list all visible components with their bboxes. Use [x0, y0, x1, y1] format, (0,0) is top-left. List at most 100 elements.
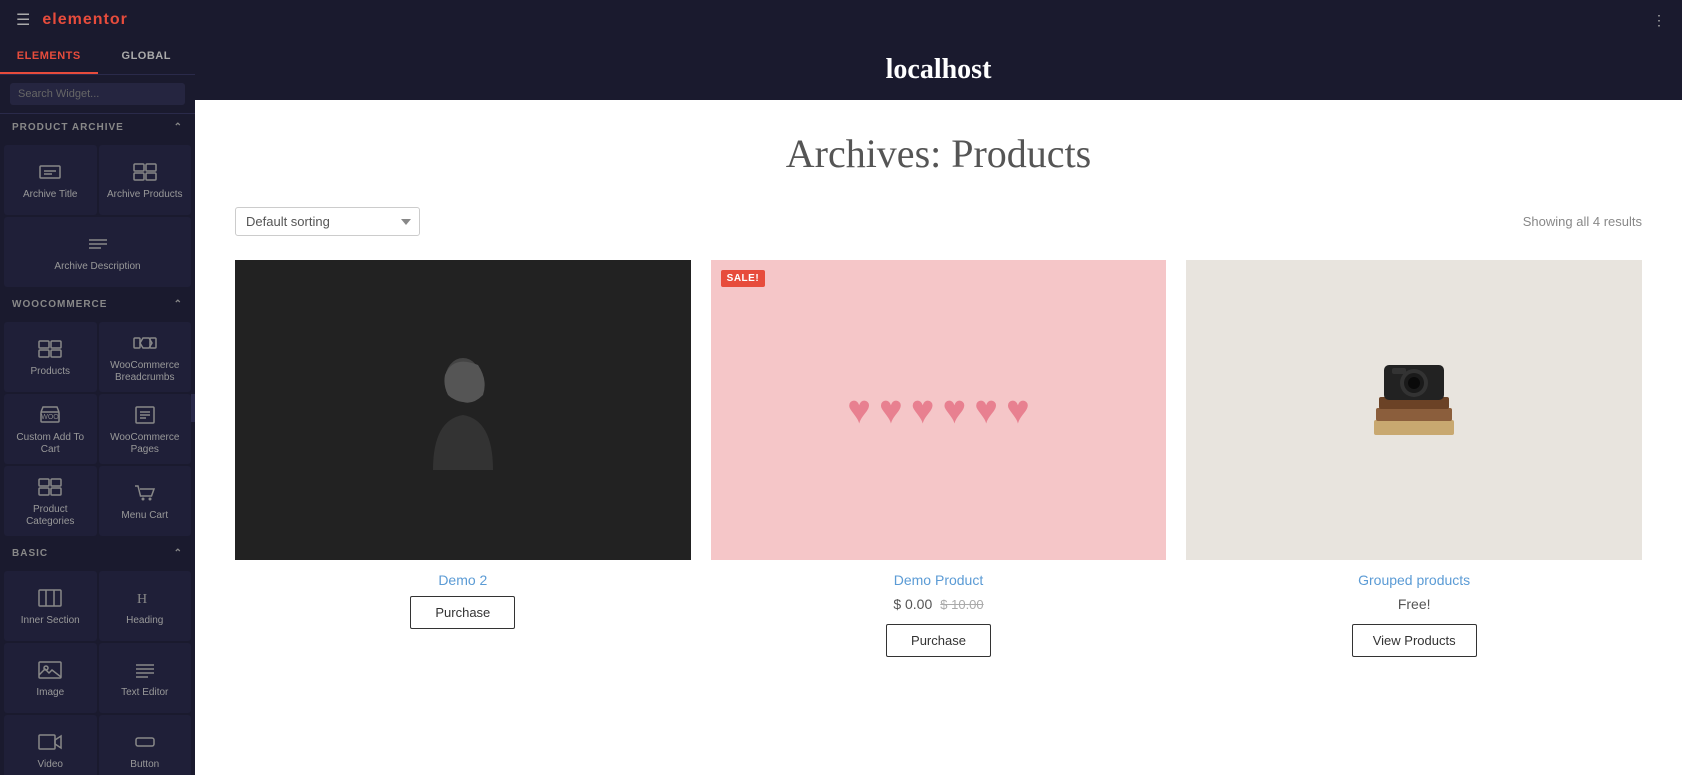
widget-custom-add-to-cart[interactable]: WOO Custom Add To Cart: [4, 394, 97, 464]
price-original-demo-product: $ 10.00: [940, 597, 983, 612]
widget-heading-label: Heading: [126, 615, 163, 627]
sort-select[interactable]: Default sorting Sort by popularity Sort …: [235, 207, 420, 236]
widget-inner-section[interactable]: Inner Section: [4, 571, 97, 641]
heading-icon: H: [131, 587, 159, 609]
woocommerce-widgets: Products WooCommerce Breadcrumbs WOO Cus…: [0, 318, 195, 540]
product-image-demo2: [235, 260, 691, 560]
menu-cart-icon: [131, 482, 159, 504]
widget-archive-description[interactable]: Archive Description: [4, 217, 191, 287]
text-editor-icon: [131, 659, 159, 681]
grid-icon[interactable]: ⋮: [1652, 12, 1666, 29]
widget-wc-pages-label: WooCommerce Pages: [103, 432, 188, 456]
tab-elements[interactable]: ELEMENTS: [0, 40, 98, 74]
product-card-grouped: Grouped products Free! View Products: [1186, 260, 1642, 657]
widget-wc-breadcrumbs-label: WooCommerce Breadcrumbs: [103, 360, 188, 384]
section-product-archive[interactable]: PRODUCT ARCHIVE ⌃: [0, 114, 195, 141]
widget-product-categories-label: Product Categories: [8, 504, 93, 528]
sidebar: ELEMENTS GLOBAL PRODUCT ARCHIVE ⌃ Archiv…: [0, 40, 195, 775]
widget-image[interactable]: Image: [4, 643, 97, 713]
wc-breadcrumbs-icon: [131, 332, 159, 354]
sidebar-collapse-handle[interactable]: ‹: [191, 394, 195, 422]
archive-products-icon: [131, 161, 159, 183]
site-title: localhost: [215, 54, 1662, 86]
widget-wc-pages[interactable]: WooCommerce Pages: [99, 394, 192, 464]
widget-image-label: Image: [36, 687, 64, 699]
widget-products-label: Products: [31, 366, 70, 378]
archive-title-icon: [36, 161, 64, 183]
widget-video-label: Video: [38, 759, 63, 771]
product-card-demo-product: ♥ ♥ ♥ ♥ ♥ ♥ SALE! Demo Product $ 0.00: [711, 260, 1167, 657]
wc-pages-icon: [131, 404, 159, 426]
widget-archive-products-label: Archive Products: [107, 189, 183, 201]
heart-3: ♥: [911, 388, 935, 433]
heart-1: ♥: [847, 388, 871, 433]
product-card-demo2: Demo 2 Purchase: [235, 260, 691, 657]
heart-5: ♥: [974, 388, 998, 433]
purchase-button-demo2[interactable]: Purchase: [410, 596, 515, 629]
purchase-button-demo-product[interactable]: Purchase: [886, 624, 991, 657]
widget-button-label: Button: [130, 759, 159, 771]
svg-text:WOO: WOO: [42, 414, 60, 421]
widget-video[interactable]: Video: [4, 715, 97, 775]
products-icon: [36, 338, 64, 360]
section-woocommerce[interactable]: WOOCOMMERCE ⌃: [0, 291, 195, 318]
product-actions-grouped: View Products: [1186, 624, 1642, 657]
widget-archive-title[interactable]: Archive Title: [4, 145, 97, 215]
product-archive-widgets: Archive Title Archive Products Archive D…: [0, 141, 195, 291]
widget-button[interactable]: Button: [99, 715, 192, 775]
price-free-grouped: Free!: [1186, 596, 1642, 612]
sidebar-tabs: ELEMENTS GLOBAL: [0, 40, 195, 75]
view-products-button-grouped[interactable]: View Products: [1352, 624, 1477, 657]
widget-archive-products[interactable]: Archive Products: [99, 145, 192, 215]
heart-4: ♥: [942, 388, 966, 433]
product-image-wrap-demo2: [235, 260, 691, 560]
section-product-archive-chevron: ⌃: [174, 122, 183, 133]
price-current-demo-product: $ 0.00: [893, 596, 932, 612]
heart-6: ♥: [1006, 388, 1030, 433]
section-basic[interactable]: BASIC ⌃: [0, 540, 195, 567]
results-count: Showing all 4 results: [1523, 214, 1642, 229]
main-layout: ELEMENTS GLOBAL PRODUCT ARCHIVE ⌃ Archiv…: [0, 40, 1682, 775]
basic-widgets: Inner Section H Heading Image Text Edito…: [0, 567, 195, 775]
page-content: Archives: Products Default sorting Sort …: [195, 100, 1682, 717]
tab-global[interactable]: GLOBAL: [98, 40, 196, 74]
product-image-grouped: [1186, 260, 1642, 560]
section-woocommerce-label: WOOCOMMERCE: [12, 299, 107, 310]
widget-inner-section-label: Inner Section: [21, 615, 80, 627]
top-bar: ☰ elementor ⋮: [0, 0, 1682, 40]
heart-2: ♥: [879, 388, 903, 433]
widget-product-categories[interactable]: Product Categories: [4, 466, 97, 536]
image-icon: [36, 659, 64, 681]
widget-heading[interactable]: H Heading: [99, 571, 192, 641]
widget-text-editor-label: Text Editor: [121, 687, 168, 699]
product-image-wrap-grouped: [1186, 260, 1642, 560]
site-header: localhost: [195, 40, 1682, 100]
search-bar: [0, 75, 195, 114]
widget-archive-title-label: Archive Title: [23, 189, 77, 201]
canvas: localhost Archives: Products Default sor…: [195, 40, 1682, 775]
product-name-demo2[interactable]: Demo 2: [235, 572, 691, 588]
product-image-demo-product: ♥ ♥ ♥ ♥ ♥ ♥: [711, 260, 1167, 560]
product-name-demo-product[interactable]: Demo Product: [711, 572, 1167, 588]
search-input[interactable]: [10, 83, 185, 105]
widget-menu-cart[interactable]: Menu Cart: [99, 466, 192, 536]
section-woocommerce-chevron: ⌃: [174, 299, 183, 310]
product-name-grouped[interactable]: Grouped products: [1186, 572, 1642, 588]
product-actions-demo2: Purchase: [235, 596, 691, 629]
add-to-cart-icon: WOO: [36, 404, 64, 426]
video-icon: [36, 731, 64, 753]
archive-page-title: Archives: Products: [235, 130, 1642, 177]
top-bar-left: ☰ elementor: [16, 10, 128, 30]
button-icon: [131, 731, 159, 753]
price-wrapper-demo-product: $ 0.00 $ 10.00: [711, 596, 1167, 612]
widget-wc-breadcrumbs[interactable]: WooCommerce Breadcrumbs: [99, 322, 192, 392]
archive-desc-icon: [84, 233, 112, 255]
website-preview: localhost Archives: Products Default sor…: [195, 40, 1682, 775]
hamburger-icon[interactable]: ☰: [16, 10, 30, 30]
section-product-archive-label: PRODUCT ARCHIVE: [12, 122, 124, 133]
widget-text-editor[interactable]: Text Editor: [99, 643, 192, 713]
svg-text:H: H: [137, 592, 147, 607]
widget-products[interactable]: Products: [4, 322, 97, 392]
products-grid: Demo 2 Purchase ♥ ♥ ♥ ♥: [235, 260, 1642, 657]
product-toolbar: Default sorting Sort by popularity Sort …: [235, 207, 1642, 236]
